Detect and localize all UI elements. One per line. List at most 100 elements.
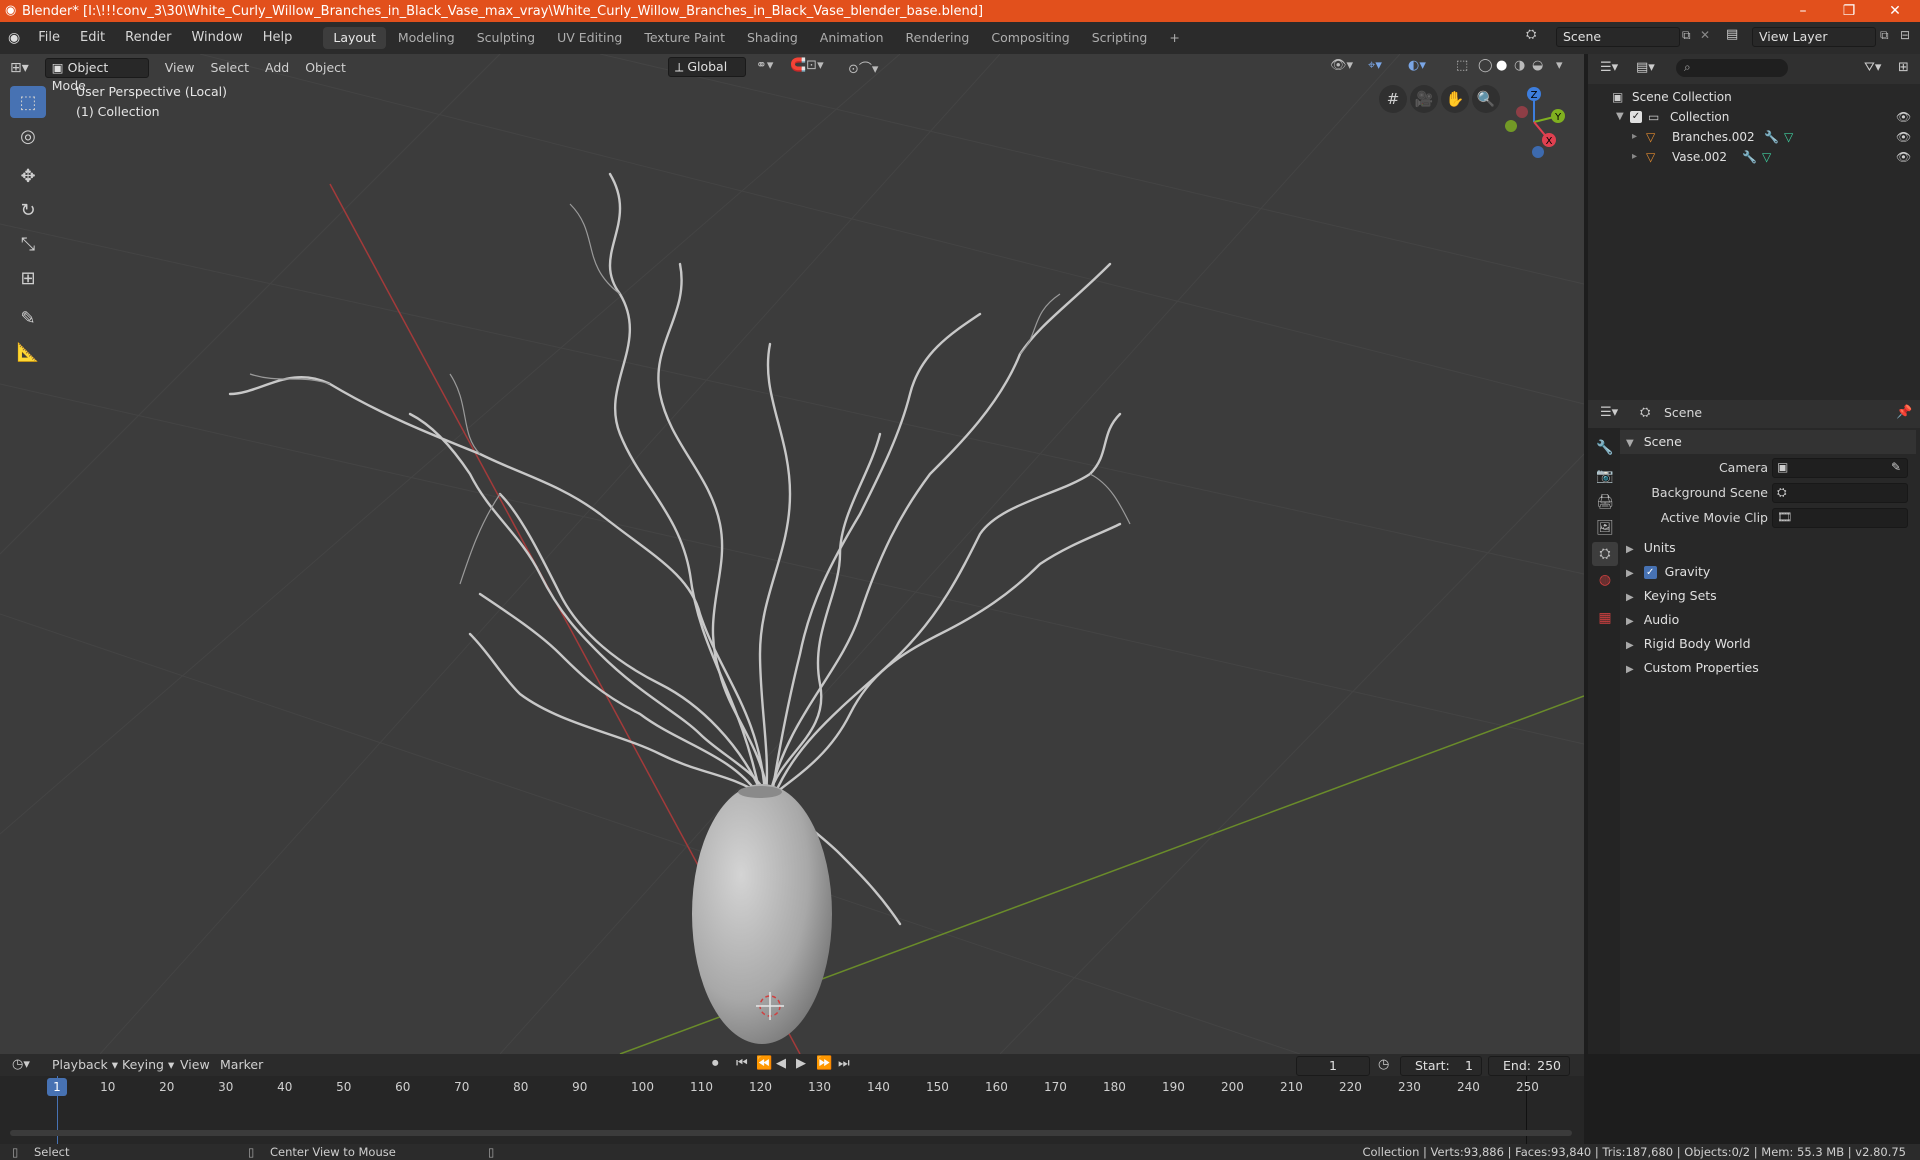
panel-custom-properties[interactable]: ▶ Custom Properties	[1620, 656, 1916, 680]
solid-shading-icon[interactable]: ●	[1496, 58, 1507, 73]
expand-arrow-icon[interactable]: ▸	[1632, 147, 1637, 167]
menu-window[interactable]: Window	[181, 22, 252, 54]
tool-tab-icon[interactable]: 🔧	[1592, 436, 1618, 460]
outliner-row-vase[interactable]: ▸ ▽ Vase.002 🔧 ▽ 👁	[1588, 147, 1920, 167]
jump-start-icon[interactable]: ⏮	[736, 1056, 748, 1071]
tab-scripting[interactable]: Scripting	[1082, 27, 1158, 49]
outliner-search-input[interactable]	[1676, 59, 1788, 77]
rendered-shading-icon[interactable]: ◒	[1532, 58, 1543, 73]
modifier-icon[interactable]: 🔧	[1742, 147, 1757, 167]
panel-audio[interactable]: ▶ Audio	[1620, 608, 1916, 632]
menu-help[interactable]: Help	[253, 22, 303, 54]
toggle-grid-icon[interactable]: #	[1379, 85, 1407, 113]
view-layer-tab-icon[interactable]: 🖼	[1592, 516, 1618, 540]
transform-orientation-dropdown[interactable]: ⟂ Global	[668, 57, 746, 77]
menu-add[interactable]: Add	[257, 57, 297, 79]
select-box-tool-icon[interactable]: ⬚	[10, 86, 46, 118]
menu-select[interactable]: Select	[202, 57, 257, 79]
timeline-scrollbar[interactable]	[10, 1130, 1572, 1136]
next-keyframe-icon[interactable]: ⏩	[816, 1056, 832, 1071]
outliner-editor-icon[interactable]: ☰▾	[1600, 60, 1618, 75]
tab-compositing[interactable]: Compositing	[981, 27, 1079, 49]
wireframe-shading-icon[interactable]: ◯	[1478, 58, 1493, 73]
menu-file[interactable]: File	[28, 22, 70, 54]
background-scene-field[interactable]: ⛭	[1772, 483, 1908, 503]
editor-type-icon[interactable]: ⊞▾	[10, 60, 29, 76]
play-reverse-icon[interactable]: ◀	[776, 1056, 786, 1071]
blender-menu-icon[interactable]: ◉	[8, 30, 20, 46]
transform-tool-icon[interactable]: ⊞	[10, 262, 46, 294]
start-frame-field[interactable]: Start: 1	[1400, 1056, 1482, 1076]
new-collection-icon[interactable]: ⊞	[1898, 60, 1909, 75]
add-workspace-button[interactable]: +	[1159, 27, 1189, 49]
scene-tab-icon[interactable]: ⛭	[1592, 542, 1618, 566]
panel-gravity[interactable]: ▶ ✓ Gravity	[1620, 560, 1916, 584]
3d-viewport[interactable]: ⬚ ◎ ✥ ↻ ⤡ ⊞ ✎ 📐 User Perspective (Local)…	[0, 54, 1584, 1054]
menu-object[interactable]: Object	[297, 57, 354, 79]
active-movie-clip-field[interactable]: 🎞	[1772, 508, 1908, 528]
tab-sculpting[interactable]: Sculpting	[467, 27, 545, 49]
jump-end-icon[interactable]: ⏭	[838, 1056, 850, 1071]
scale-tool-icon[interactable]: ⤡	[10, 228, 46, 260]
navigation-gizmo[interactable]: Z Y X	[1494, 82, 1574, 158]
measure-tool-icon[interactable]: 📐	[10, 336, 46, 368]
camera-view-icon[interactable]: 🎥	[1410, 85, 1438, 113]
panel-keying-sets[interactable]: ▶ Keying Sets	[1620, 584, 1916, 608]
rotate-tool-icon[interactable]: ↻	[10, 194, 46, 226]
outliner-row-scene-collection[interactable]: ▣ Scene Collection	[1588, 87, 1920, 107]
pin-icon[interactable]: 📌	[1896, 405, 1912, 420]
xray-toggle-icon[interactable]: ⬚	[1456, 58, 1468, 73]
mesh-data-icon[interactable]: ▽	[1784, 127, 1793, 147]
panel-units[interactable]: ▶ Units	[1620, 536, 1916, 560]
menu-view[interactable]: View	[157, 57, 203, 79]
annotate-tool-icon[interactable]: ✎	[10, 302, 46, 334]
view-layer-selector[interactable]: View Layer	[1752, 27, 1876, 47]
delete-scene-icon[interactable]: ✕	[1700, 28, 1710, 42]
properties-editor-icon[interactable]: ☰▾	[1600, 405, 1618, 420]
end-frame-field[interactable]: End: 250	[1488, 1056, 1570, 1076]
new-scene-icon[interactable]: ⧉	[1682, 28, 1691, 43]
tab-modeling[interactable]: Modeling	[388, 27, 465, 49]
maximize-button[interactable]: ❐	[1826, 0, 1872, 22]
current-frame-marker[interactable]: 1	[47, 1078, 67, 1096]
tab-shading[interactable]: Shading	[737, 27, 808, 49]
new-view-layer-icon[interactable]: ⧉	[1880, 28, 1889, 43]
material-shading-icon[interactable]: ◑	[1514, 58, 1525, 73]
cursor-tool-icon[interactable]: ◎	[10, 120, 46, 152]
proportional-edit-icon[interactable]: ⊙⌒▾	[848, 58, 878, 77]
tab-rendering[interactable]: Rendering	[896, 27, 980, 49]
pan-view-icon[interactable]: ✋	[1441, 85, 1469, 113]
filter-icon[interactable]: ⛛▾	[1864, 60, 1881, 75]
remove-view-layer-icon[interactable]: ⊟	[1900, 28, 1910, 42]
tab-layout[interactable]: Layout	[323, 27, 386, 49]
scene-panel-header[interactable]: ▼ Scene	[1620, 430, 1916, 454]
visibility-filter-icon[interactable]: 👁▾	[1330, 58, 1353, 73]
panel-rigid-body-world[interactable]: ▶ Rigid Body World	[1620, 632, 1916, 656]
outliner-row-branches[interactable]: ▸ ▽ Branches.002 🔧 ▽ 👁	[1588, 127, 1920, 147]
expand-arrow-icon[interactable]: ▸	[1632, 127, 1637, 147]
eye-icon[interactable]: 👁	[1896, 107, 1911, 127]
minimize-button[interactable]: –	[1780, 0, 1826, 22]
camera-field[interactable]: ▣ ✎	[1772, 458, 1908, 478]
shading-options-icon[interactable]: ▾	[1556, 58, 1563, 73]
menu-render[interactable]: Render	[115, 22, 181, 54]
play-icon[interactable]: ▶	[796, 1056, 806, 1071]
tab-animation[interactable]: Animation	[810, 27, 894, 49]
outliner-row-collection[interactable]: ▼ ✓ ▭ Collection 👁	[1588, 107, 1920, 127]
scene-selector[interactable]: Scene	[1556, 27, 1680, 47]
menu-marker[interactable]: Marker	[212, 1054, 271, 1076]
timeline-editor-icon[interactable]: ◷▾	[12, 1057, 30, 1072]
modifier-icon[interactable]: 🔧	[1764, 127, 1779, 147]
overlay-toggle-icon[interactable]: ◐▾	[1408, 58, 1426, 73]
close-button[interactable]: ✕	[1872, 0, 1918, 22]
prev-keyframe-icon[interactable]: ⏪	[756, 1056, 772, 1071]
menu-edit[interactable]: Edit	[70, 22, 115, 54]
tab-texture-paint[interactable]: Texture Paint	[634, 27, 735, 49]
snap-icon[interactable]: 🧲⊡▾	[790, 58, 824, 73]
gravity-checkbox[interactable]: ✓	[1643, 566, 1657, 579]
eyedropper-icon[interactable]: ✎	[1891, 460, 1901, 474]
eye-icon[interactable]: 👁	[1896, 127, 1911, 147]
move-tool-icon[interactable]: ✥	[10, 160, 46, 192]
menu-timeline-view[interactable]: View	[172, 1054, 218, 1076]
collapse-arrow-icon[interactable]: ▼	[1616, 107, 1624, 127]
